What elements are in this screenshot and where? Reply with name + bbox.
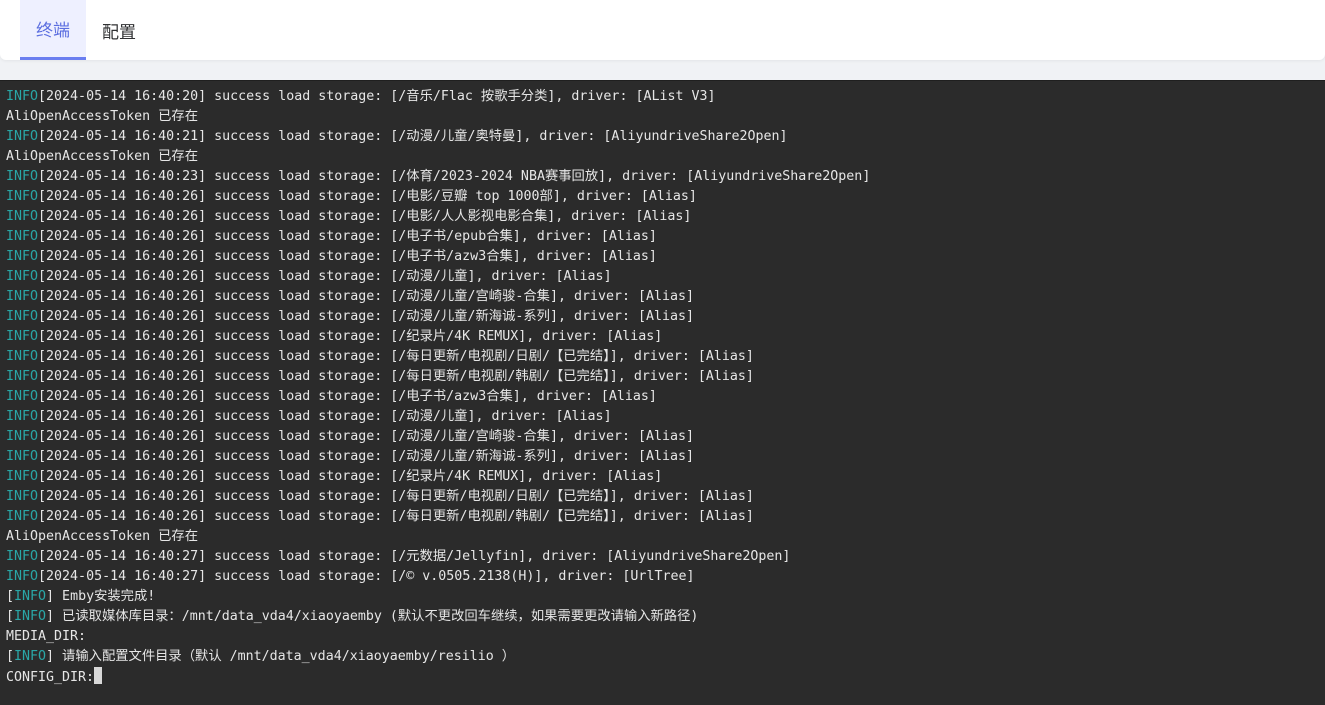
log-level: INFO bbox=[6, 569, 39, 584]
terminal-line: INFO[2024-05-14 16:40:26] success load s… bbox=[6, 227, 1325, 247]
terminal-line: INFO[2024-05-14 16:40:26] success load s… bbox=[6, 387, 1325, 407]
log-level: INFO bbox=[6, 469, 39, 484]
log-message: [2024-05-14 16:40:26] success load stora… bbox=[38, 429, 695, 444]
tab-config[interactable]: 配置 bbox=[86, 0, 152, 60]
log-level: INFO bbox=[6, 189, 39, 204]
log-level: INFO bbox=[6, 129, 39, 144]
bracket-open: [ bbox=[6, 649, 15, 664]
terminal-line: INFO[2024-05-14 16:40:26] success load s… bbox=[6, 307, 1325, 327]
log-message: ] Emby安装完成! bbox=[46, 589, 156, 604]
log-level: INFO bbox=[6, 389, 39, 404]
terminal-line: [INFO] 请输入配置文件目录（默认 /mnt/data_vda4/xiaoy… bbox=[6, 647, 1325, 667]
log-level: INFO bbox=[6, 509, 39, 524]
log-message: [2024-05-14 16:40:26] success load stora… bbox=[38, 409, 612, 424]
terminal-output[interactable]: INFO[2024-05-14 16:40:20] success load s… bbox=[0, 80, 1325, 705]
terminal-line: INFO[2024-05-14 16:40:26] success load s… bbox=[6, 507, 1325, 527]
log-level: INFO bbox=[6, 489, 39, 504]
log-message: [2024-05-14 16:40:26] success load stora… bbox=[38, 389, 657, 404]
log-message: [2024-05-14 16:40:26] success load stora… bbox=[38, 189, 697, 204]
log-message: [2024-05-14 16:40:26] success load stora… bbox=[38, 349, 754, 364]
terminal-line: MEDIA_DIR: bbox=[6, 627, 1325, 647]
terminal-line: AliOpenAccessToken 已存在 bbox=[6, 147, 1325, 167]
log-message: [2024-05-14 16:40:26] success load stora… bbox=[38, 269, 612, 284]
terminal-line: [INFO] 已读取媒体库目录：/mnt/data_vda4/xiaoyaemb… bbox=[6, 607, 1325, 627]
log-level: INFO bbox=[6, 549, 39, 564]
log-level: INFO bbox=[6, 89, 39, 104]
log-message: [2024-05-14 16:40:26] success load stora… bbox=[38, 509, 754, 524]
terminal-line: [INFO] Emby安装完成! bbox=[6, 587, 1325, 607]
terminal-line: INFO[2024-05-14 16:40:26] success load s… bbox=[6, 187, 1325, 207]
log-level: INFO bbox=[6, 309, 39, 324]
terminal-line: INFO[2024-05-14 16:40:23] success load s… bbox=[6, 167, 1325, 187]
log-message: [2024-05-14 16:40:26] success load stora… bbox=[38, 309, 695, 324]
terminal-line: INFO[2024-05-14 16:40:26] success load s… bbox=[6, 467, 1325, 487]
plain-message: AliOpenAccessToken 已存在 bbox=[6, 109, 198, 124]
terminal-line: INFO[2024-05-14 16:40:26] success load s… bbox=[6, 407, 1325, 427]
log-message: [2024-05-14 16:40:23] success load stora… bbox=[38, 169, 871, 184]
terminal-line: INFO[2024-05-14 16:40:26] success load s… bbox=[6, 207, 1325, 227]
terminal-line: INFO[2024-05-14 16:40:26] success load s… bbox=[6, 487, 1325, 507]
log-message: [2024-05-14 16:40:26] success load stora… bbox=[38, 289, 695, 304]
log-message: [2024-05-14 16:40:26] success load stora… bbox=[38, 329, 663, 344]
log-message: [2024-05-14 16:40:26] success load stora… bbox=[38, 369, 754, 384]
prompt-label: CONFIG_DIR: bbox=[6, 670, 95, 685]
plain-message: AliOpenAccessToken 已存在 bbox=[6, 529, 198, 544]
plain-message: AliOpenAccessToken 已存在 bbox=[6, 149, 198, 164]
log-message: [2024-05-14 16:40:26] success load stora… bbox=[38, 449, 695, 464]
text-cursor[interactable] bbox=[94, 667, 103, 684]
terminal-line: INFO[2024-05-14 16:40:26] success load s… bbox=[6, 247, 1325, 267]
log-level: INFO bbox=[6, 249, 39, 264]
log-message: ] 已读取媒体库目录：/mnt/data_vda4/xiaoyaemby (默认… bbox=[46, 609, 699, 624]
log-level: INFO bbox=[6, 169, 39, 184]
bracket-open: [ bbox=[6, 589, 15, 604]
log-level: INFO bbox=[6, 429, 39, 444]
log-level: INFO bbox=[6, 409, 39, 424]
log-message: [2024-05-14 16:40:26] success load stora… bbox=[38, 229, 657, 244]
log-level: INFO bbox=[6, 329, 39, 344]
log-level: INFO bbox=[6, 449, 39, 464]
log-level: INFO bbox=[6, 349, 39, 364]
terminal-line: INFO[2024-05-14 16:40:27] success load s… bbox=[6, 567, 1325, 587]
terminal-line: INFO[2024-05-14 16:40:26] success load s… bbox=[6, 347, 1325, 367]
log-message: [2024-05-14 16:40:26] success load stora… bbox=[38, 249, 657, 264]
log-message: ] 请输入配置文件目录（默认 /mnt/data_vda4/xiaoyaemby… bbox=[46, 649, 516, 664]
log-message: [2024-05-14 16:40:27] success load stora… bbox=[38, 569, 695, 584]
plain-message: MEDIA_DIR: bbox=[6, 629, 87, 644]
terminal-line: INFO[2024-05-14 16:40:20] success load s… bbox=[6, 87, 1325, 107]
log-level: INFO bbox=[14, 589, 47, 604]
tab-terminal[interactable]: 终端 bbox=[20, 0, 86, 60]
terminal-line: INFO[2024-05-14 16:40:27] success load s… bbox=[6, 547, 1325, 567]
log-level: INFO bbox=[6, 229, 39, 244]
terminal-line: AliOpenAccessToken 已存在 bbox=[6, 527, 1325, 547]
terminal-line: AliOpenAccessToken 已存在 bbox=[6, 107, 1325, 127]
log-message: [2024-05-14 16:40:20] success load stora… bbox=[38, 89, 716, 104]
log-level: INFO bbox=[6, 269, 39, 284]
log-level: INFO bbox=[6, 209, 39, 224]
log-message: [2024-05-14 16:40:26] success load stora… bbox=[38, 469, 663, 484]
log-message: [2024-05-14 16:40:27] success load stora… bbox=[38, 549, 791, 564]
terminal-line: INFO[2024-05-14 16:40:26] success load s… bbox=[6, 367, 1325, 387]
log-level: INFO bbox=[6, 289, 39, 304]
terminal-line: INFO[2024-05-14 16:40:26] success load s… bbox=[6, 267, 1325, 287]
log-level: INFO bbox=[14, 649, 47, 664]
terminal-prompt-line: CONFIG_DIR: bbox=[6, 667, 1325, 687]
log-message: [2024-05-14 16:40:21] success load stora… bbox=[38, 129, 788, 144]
log-message: [2024-05-14 16:40:26] success load stora… bbox=[38, 489, 754, 504]
log-level: INFO bbox=[14, 609, 47, 624]
terminal-line: INFO[2024-05-14 16:40:21] success load s… bbox=[6, 127, 1325, 147]
log-message: [2024-05-14 16:40:26] success load stora… bbox=[38, 209, 692, 224]
log-level: INFO bbox=[6, 369, 39, 384]
tab-list: 终端 配置 bbox=[20, 0, 152, 60]
terminal-line: INFO[2024-05-14 16:40:26] success load s… bbox=[6, 447, 1325, 467]
terminal-line: INFO[2024-05-14 16:40:26] success load s… bbox=[6, 327, 1325, 347]
tab-bar-card: 终端 配置 bbox=[0, 0, 1325, 60]
terminal-line: INFO[2024-05-14 16:40:26] success load s… bbox=[6, 287, 1325, 307]
terminal-line: INFO[2024-05-14 16:40:26] success load s… bbox=[6, 427, 1325, 447]
bracket-open: [ bbox=[6, 609, 15, 624]
